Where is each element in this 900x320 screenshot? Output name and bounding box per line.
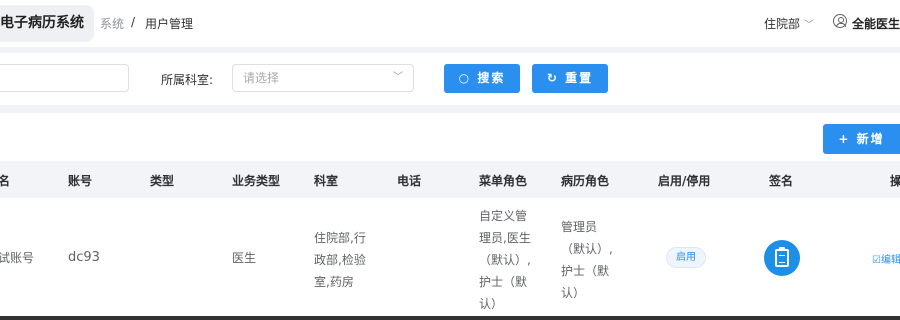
search-icon: ○ (458, 71, 472, 85)
refresh-icon: ↻ (546, 71, 559, 85)
search-button-label: 搜索 (477, 71, 506, 85)
breadcrumb-separator: / (131, 15, 136, 29)
user-circle-icon[interactable] (833, 14, 847, 28)
cell-business-type: 医生 (232, 251, 257, 265)
bottom-divider (0, 316, 900, 320)
breadcrumb-user-management: 用户管理 (145, 17, 194, 31)
reset-button-label: 重置 (565, 71, 594, 85)
table-panel (0, 113, 900, 320)
edit-icon: ☑ (872, 255, 881, 266)
clipboard-icon (775, 247, 789, 267)
col-business-type: 业务类型 (232, 174, 281, 188)
signature-button[interactable] (764, 240, 800, 276)
chevron-down-icon: ﹀ (804, 20, 815, 31)
col-type: 类型 (150, 174, 175, 188)
user-name[interactable]: 全能医生 (852, 15, 900, 32)
add-button[interactable]: + 新增 (823, 124, 900, 154)
breadcrumb-system[interactable]: 系统 (100, 15, 124, 32)
cell-department: 住院部,行 政部,检验 室,药房 (314, 231, 366, 289)
department-switcher-label: 住院部 (764, 17, 801, 31)
dept-filter-select[interactable]: 请选择 ﹀ (232, 64, 414, 92)
search-button[interactable]: ○ 搜索 (444, 64, 520, 93)
cell-record-role: 管理员 （默认）, 护士（默 认） (561, 220, 613, 300)
cell-account: dc93 (68, 250, 100, 265)
department-switcher[interactable]: 住院部 ﹀ (764, 15, 814, 32)
col-menu-role: 菜单角色 (479, 174, 528, 188)
reset-button[interactable]: ↻ 重置 (532, 64, 608, 93)
col-department: 科室 (314, 174, 339, 188)
col-status: 启用/停用 (658, 174, 711, 188)
col-phone: 电话 (397, 174, 422, 188)
app-title: 电子病历系统 (0, 5, 94, 42)
name-search-input[interactable] (0, 64, 129, 92)
status-badge[interactable]: 启用 (666, 247, 706, 268)
col-actions: 操 (890, 174, 900, 188)
dept-filter-label: 所属科室: (161, 73, 214, 87)
col-record-role: 病历角色 (561, 174, 610, 188)
chevron-down-icon: ﹀ (393, 72, 403, 83)
col-name: 名 (0, 174, 11, 188)
edit-link[interactable]: ☑编辑 (872, 251, 900, 266)
table-header (0, 161, 900, 198)
cell-menu-role: 自定义管 理员,医生 （默认）, 护士（默 认） (479, 209, 531, 311)
col-account: 账号 (68, 174, 93, 188)
cell-name: 试账号 (0, 251, 35, 265)
edit-link-label: 编辑 (880, 255, 900, 266)
dept-filter-placeholder: 请选择 (243, 71, 280, 85)
col-signature: 签名 (769, 174, 794, 188)
